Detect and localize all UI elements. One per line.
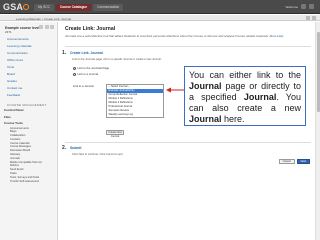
tab-communication[interactable]: Communication xyxy=(93,4,124,11)
sidebar-item-announcements[interactable]: Announcements xyxy=(7,36,57,43)
edit-mode-icon[interactable] xyxy=(306,16,310,20)
sidebar-item-tools[interactable]: Tools xyxy=(7,64,57,71)
refresh-icon[interactable] xyxy=(50,25,54,29)
logout-icon[interactable] xyxy=(309,4,314,9)
option-2-label: Link to a Journal xyxy=(77,72,99,76)
menu-toggle-icon[interactable] xyxy=(312,16,316,20)
sidebar-item-office-hours[interactable]: Office hours xyxy=(7,57,57,64)
course-menu-sidebar: Example course level 1 2371 Announcement… xyxy=(0,22,58,240)
next-button[interactable]: Next xyxy=(296,159,310,164)
option-1-label: Link to the Journals Page xyxy=(77,66,110,70)
tab-my-scc[interactable]: My SCC xyxy=(34,4,54,11)
cancel-button[interactable]: Cancel xyxy=(278,159,295,164)
course-management-heading: COURSE MANAGEMENT xyxy=(7,103,47,107)
callout-text: You can either link to the Journal page … xyxy=(189,70,301,124)
sidebar-item-contact[interactable]: Contact me xyxy=(7,85,57,92)
sidebar-item-communication[interactable]: Communication xyxy=(7,50,57,57)
section-2-title: Submit xyxy=(70,146,82,150)
help-icon[interactable] xyxy=(301,4,306,9)
create-new-journal-button[interactable]: Create New Journal xyxy=(106,130,124,138)
section-1-number: 1. xyxy=(62,50,67,56)
journal-select-list[interactable]: -- Select Journal -- Example Journal Ent… xyxy=(106,84,164,118)
callout-arrow-icon xyxy=(166,87,186,93)
sidebar-item-feedback[interactable]: Feedback xyxy=(7,92,57,99)
vertical-scrollbar[interactable] xyxy=(315,22,320,240)
page-instructions: Journals are a self-reflective tool that… xyxy=(65,34,297,38)
folder-view-icon[interactable] xyxy=(44,25,49,29)
option-link-to-journals-page[interactable]: Link to the Journals Page xyxy=(73,66,109,70)
divider xyxy=(65,142,311,143)
option-link-to-journal[interactable]: Link to a Journal xyxy=(73,72,98,76)
section-1-description: Link to the Journals page, link to a spe… xyxy=(72,58,162,61)
section-2-description: Click Next to continue. Click Cancel to … xyxy=(72,153,124,156)
submit-buttons: Cancel Next xyxy=(278,159,310,164)
control-panel-toggle[interactable]: Control Panel xyxy=(4,108,57,114)
main-content: Create Link: Journal Journals are a self… xyxy=(60,22,314,240)
more-help-link[interactable]: More Help xyxy=(270,34,284,38)
breadcrumb-bar: Learning Materials > Create Link: Journa… xyxy=(0,15,320,21)
section-2-number: 2. xyxy=(62,145,67,151)
logo-mark-icon xyxy=(23,4,30,10)
files-toggle[interactable]: Files xyxy=(4,115,57,121)
radio-journals-page[interactable] xyxy=(73,66,76,70)
top-tabs: My SCC Course Catalogue Communication xyxy=(34,4,124,11)
add-menu-item-icon[interactable] xyxy=(39,25,43,29)
logo[interactable]: GSA xyxy=(3,2,30,12)
sidebar-item-learning-materials[interactable]: Learning materials xyxy=(7,43,57,50)
top-navigation-bar: GSA My SCC Course Catalogue Communicatio… xyxy=(0,0,320,14)
page-title: Create Link: Journal xyxy=(65,26,116,32)
top-right-controls: Welcome xyxy=(286,4,314,9)
course-code: 2371 xyxy=(5,30,12,34)
section-1-title: Create Link: Journal xyxy=(70,51,103,55)
tutorial-callout: You can either link to the Journal page … xyxy=(184,66,306,126)
journal-select-label: Link to a Journal xyxy=(73,84,94,88)
sidebar-item-grades[interactable]: Grades xyxy=(7,78,57,85)
tool-item[interactable]: TurnItIn Self-Assessment xyxy=(10,180,57,184)
sidebar-tools xyxy=(39,25,54,29)
list-item[interactable]: Weekly Learning Log xyxy=(107,113,163,117)
sidebar-item-board[interactable]: Board xyxy=(7,71,57,78)
tab-course-catalogue[interactable]: Course Catalogue xyxy=(55,4,92,11)
breadcrumb[interactable]: Learning Materials > Create Link: Journa… xyxy=(16,17,71,21)
user-menu[interactable]: Welcome xyxy=(286,5,298,9)
radio-specific-journal[interactable] xyxy=(73,72,76,76)
logo-text: GSA xyxy=(3,2,24,12)
intro-text: Journals are a self-reflective tool that… xyxy=(65,34,269,38)
breadcrumb-tools xyxy=(306,16,316,20)
divider xyxy=(65,46,311,47)
